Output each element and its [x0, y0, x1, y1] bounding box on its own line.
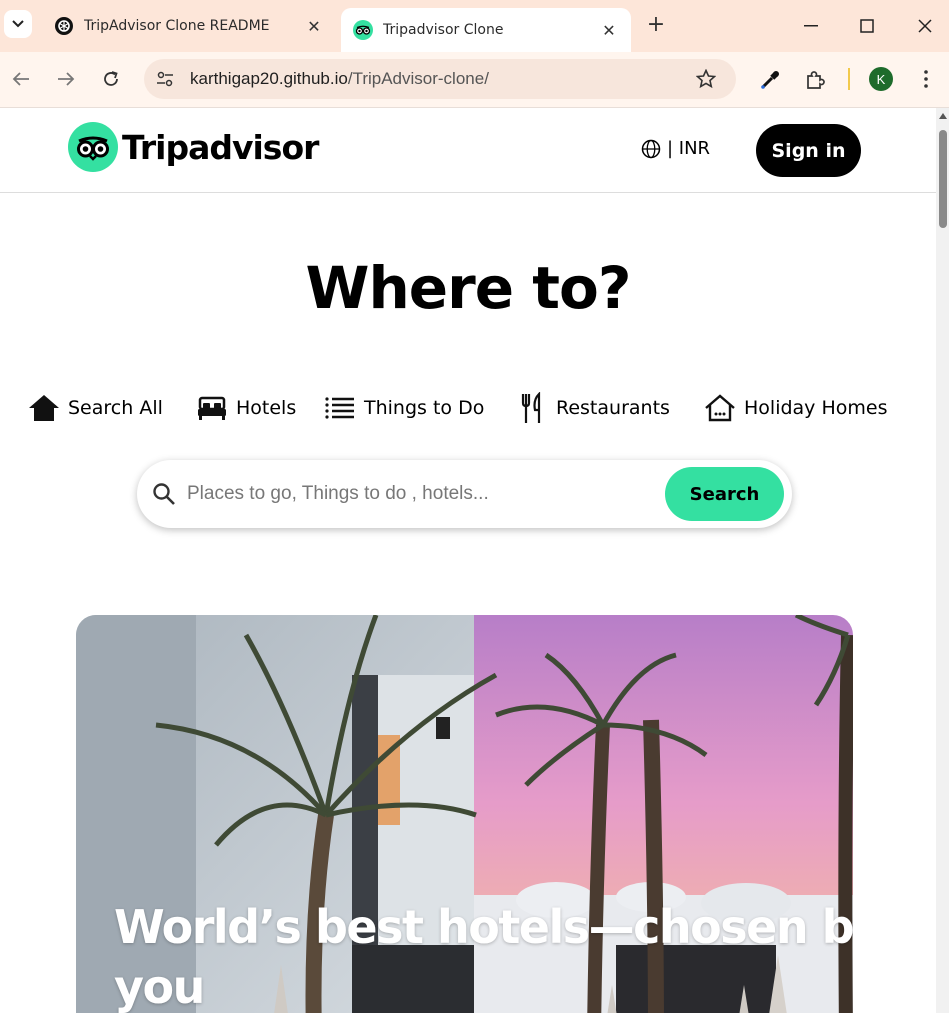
search-input[interactable] — [187, 483, 665, 505]
tab-search-all[interactable]: Search All — [28, 388, 163, 428]
url-path: /TripAdvisor-clone/ — [347, 69, 489, 88]
search-button[interactable]: Search — [665, 467, 784, 521]
category-label: Search All — [68, 397, 163, 419]
maximize-icon[interactable] — [852, 12, 882, 40]
extensions-puzzle-icon[interactable] — [801, 66, 829, 94]
browser-toolbar: karthigap20.github.io/TripAdvisor-clone/ — [0, 52, 949, 108]
toolbar-divider — [848, 68, 850, 90]
category-tabs: Search All Hotels Things to Do Restauran… — [28, 388, 908, 428]
page-scrollbar[interactable] — [936, 108, 949, 1013]
tab-title: Tripadvisor Clone — [383, 22, 504, 38]
currency-label: | INR — [667, 138, 711, 159]
reload-icon[interactable] — [96, 64, 126, 94]
tab-holiday-homes[interactable]: Holiday Homes — [704, 388, 887, 428]
hero-banner-title: World’s best hotels—chosen by you — [114, 897, 853, 1013]
hero-banner-title-line1: World’s best hotels—chosen by — [114, 900, 853, 954]
house-filled-icon — [28, 392, 60, 424]
tab-title: TripAdvisor Clone README — [84, 18, 270, 34]
search-bar: Search — [137, 460, 792, 528]
site-settings-icon[interactable] — [154, 68, 176, 90]
forward-icon[interactable] — [51, 64, 81, 94]
tab-restaurants[interactable]: Restaurants — [516, 388, 670, 428]
browser-tab-tripadvisor[interactable]: Tripadvisor Clone ✕ — [341, 8, 631, 52]
openai-icon — [54, 16, 74, 36]
page-title: Where to? — [305, 254, 632, 322]
close-icon[interactable]: ✕ — [597, 18, 621, 42]
hero-banner-title-line2: you — [114, 960, 205, 1013]
url-host: karthigap20.github.io — [190, 69, 348, 88]
hero-banner[interactable]: World’s best hotels—chosen by you — [76, 615, 853, 1013]
sign-in-button[interactable]: Sign in — [756, 124, 861, 177]
address-bar[interactable]: karthigap20.github.io/TripAdvisor-clone/ — [144, 59, 736, 99]
bed-icon — [196, 392, 228, 424]
url-text: karthigap20.github.io/TripAdvisor-clone/ — [190, 69, 694, 89]
browser-tabstrip: TripAdvisor Clone README ✕ Tripadvisor C… — [0, 0, 949, 52]
search-icon — [151, 481, 177, 507]
scroll-up-arrow-icon[interactable] — [939, 113, 947, 119]
tripadvisor-logo[interactable]: Tripadvisor — [68, 122, 319, 172]
category-label: Things to Do — [364, 397, 485, 419]
brand-name: Tripadvisor — [122, 127, 319, 167]
close-icon[interactable]: ✕ — [302, 14, 326, 38]
window-close-icon[interactable] — [910, 12, 940, 40]
site-header: Tripadvisor | INR Sign in — [0, 108, 936, 193]
tab-hotels[interactable]: Hotels — [196, 388, 296, 428]
category-label: Hotels — [236, 397, 297, 419]
tripadvisor-owl-icon — [68, 122, 118, 172]
fork-knife-icon — [516, 392, 548, 424]
eyedropper-extension-icon[interactable] — [756, 66, 784, 94]
tab-things-to-do[interactable]: Things to Do — [324, 388, 484, 428]
browser-menu-icon[interactable] — [914, 66, 938, 92]
new-tab-button[interactable]: + — [644, 12, 668, 37]
currency-selector[interactable]: | INR — [641, 138, 710, 159]
tab-search-button[interactable] — [4, 10, 32, 38]
browser-tab-readme[interactable]: TripAdvisor Clone README ✕ — [42, 8, 336, 44]
page-content: Tripadvisor | INR Sign in Where to? Sear… — [0, 108, 936, 1013]
category-label: Holiday Homes — [744, 397, 888, 419]
category-label: Restaurants — [556, 397, 670, 419]
back-icon[interactable] — [6, 64, 36, 94]
chevron-down-icon — [12, 20, 24, 28]
minimize-icon[interactable] — [796, 12, 826, 40]
list-icon — [324, 392, 356, 424]
house-outline-icon — [704, 392, 736, 424]
tripadvisor-owl-icon — [353, 20, 373, 40]
bookmark-star-icon[interactable] — [694, 67, 718, 91]
scrollbar-thumb[interactable] — [939, 130, 947, 228]
globe-icon — [641, 139, 661, 158]
profile-avatar[interactable]: K — [869, 67, 893, 91]
